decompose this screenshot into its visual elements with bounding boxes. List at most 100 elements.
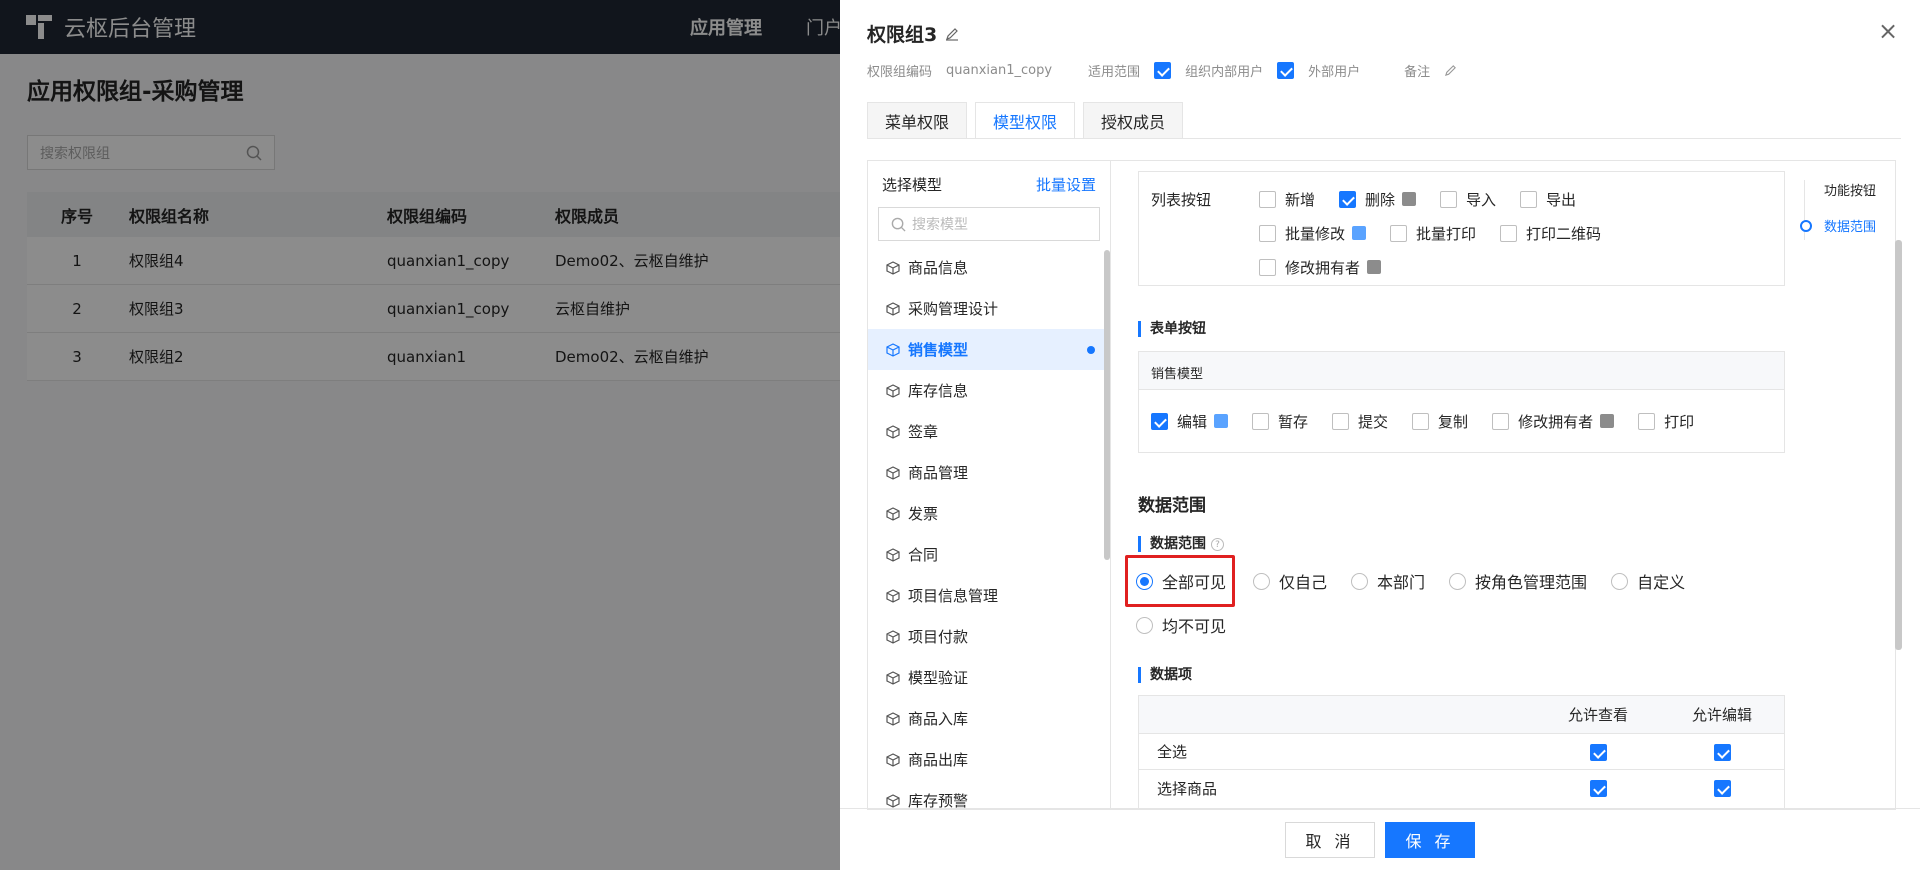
allow-view-checkbox[interactable] <box>1589 780 1607 797</box>
model-items: 商品信息 采购管理设计 销售模型 库存信息 签章 商品管理发票合同项目信息管理 项目付款 模型… <box>868 247 1110 809</box>
checkbox[interactable] <box>1412 412 1430 430</box>
search-icon <box>891 217 906 232</box>
scope-external-checkbox[interactable] <box>1277 62 1295 79</box>
scope-row-2: 均不可见 <box>1125 604 1845 646</box>
radio-custom[interactable]: 自定义 <box>1611 569 1685 593</box>
radio-label: 自定义 <box>1637 573 1686 592</box>
option-draft[interactable]: 暂存 <box>1252 411 1308 432</box>
model-item-label: 商品出库 <box>908 751 969 769</box>
option-batch-print[interactable]: 批量打印 <box>1390 223 1476 244</box>
model-item[interactable]: 合同 <box>868 534 1110 575</box>
option-label: 导入 <box>1466 190 1497 209</box>
cancel-button[interactable]: 取 消 <box>1285 821 1375 858</box>
scope-internal-checkbox[interactable] <box>1154 62 1172 79</box>
code-value: quanxian1_copy <box>946 63 1053 78</box>
content-scrollbar[interactable] <box>1895 240 1902 650</box>
model-item[interactable]: 商品入库 <box>868 698 1110 739</box>
model-cube-icon <box>886 260 900 275</box>
option-edit[interactable]: 编辑 <box>1151 411 1229 432</box>
radio-department[interactable]: 本部门 <box>1351 569 1425 593</box>
radio[interactable] <box>1611 572 1629 590</box>
model-item[interactable]: 商品管理 <box>868 452 1110 493</box>
model-item[interactable]: 发票 <box>868 493 1110 534</box>
option-label: 删除 <box>1365 190 1396 209</box>
allow-edit-checkbox[interactable] <box>1713 780 1731 797</box>
data-items-title: 数据项 <box>1138 667 1192 683</box>
scope-internal-label: 组织内部用户 <box>1185 65 1264 80</box>
option-form-change-owner[interactable]: 修改拥有者 <box>1492 411 1615 432</box>
list-buttons-row-1: 列表按钮 新增 删除 导入 导出 <box>1151 182 1772 216</box>
model-item-label: 合同 <box>908 546 939 564</box>
checkbox[interactable] <box>1332 412 1350 430</box>
anchor-data-scope[interactable]: 数据范围 <box>1799 216 1876 252</box>
option-import[interactable]: 导入 <box>1440 189 1496 210</box>
tab-model-permission[interactable]: 模型权限 <box>975 102 1076 139</box>
form-buttons-row: 编辑 暂存 提交 复制 修改拥有者 打印 <box>1139 390 1784 452</box>
save-button[interactable]: 保 存 <box>1385 821 1475 858</box>
checkbox[interactable] <box>1252 412 1270 430</box>
allow-view-checkbox[interactable] <box>1589 743 1607 761</box>
radio[interactable] <box>1136 572 1153 590</box>
checkbox[interactable] <box>1151 412 1168 430</box>
lock-icon <box>1214 414 1229 428</box>
checkbox[interactable] <box>1520 190 1538 208</box>
tab-authorized-members[interactable]: 授权成员 <box>1083 102 1184 138</box>
close-icon[interactable]: × <box>1876 19 1900 44</box>
option-batch-edit[interactable]: 批量修改 <box>1259 223 1367 244</box>
option-print[interactable]: 打印 <box>1638 411 1694 432</box>
list-buttons-panel: 列表按钮 新增 删除 导入 导出 批量修改 批量打印 打印二维码 修改拥有者 <box>1138 171 1785 286</box>
radio-self-only[interactable]: 仅自己 <box>1253 569 1327 593</box>
option-print-qrcode[interactable]: 打印二维码 <box>1500 223 1601 244</box>
model-cube-icon <box>886 588 900 603</box>
anchor-function-buttons[interactable]: 功能按钮 <box>1802 180 1876 216</box>
radio[interactable] <box>1253 572 1271 590</box>
tab-menu-permission[interactable]: 菜单权限 <box>867 102 968 138</box>
model-item[interactable]: 销售模型 <box>868 329 1110 370</box>
option-export[interactable]: 导出 <box>1520 189 1576 210</box>
allow-edit-checkbox[interactable] <box>1713 743 1731 761</box>
data-scope-heading: 数据范围 <box>1138 496 1206 516</box>
help-icon[interactable]: ? <box>1211 537 1224 551</box>
checkbox[interactable] <box>1500 224 1518 242</box>
option-add[interactable]: 新增 <box>1259 189 1315 210</box>
model-item-label: 发票 <box>908 505 939 523</box>
radio-role-scope[interactable]: 按角色管理范围 <box>1449 569 1587 593</box>
model-item[interactable]: 项目付款 <box>868 616 1110 657</box>
model-item[interactable]: 商品出库 <box>868 739 1110 780</box>
data-items-header: 允许查看 允许编辑 <box>1139 696 1784 734</box>
table-row: 全选 <box>1139 734 1784 770</box>
checkbox[interactable] <box>1339 190 1357 208</box>
model-cube-icon <box>886 465 900 480</box>
checkbox[interactable] <box>1259 224 1276 242</box>
model-item[interactable]: 库存信息 <box>868 370 1110 411</box>
checkbox[interactable] <box>1638 412 1656 430</box>
radio[interactable] <box>1351 572 1369 590</box>
radio-all-visible[interactable]: 全部可见 <box>1125 555 1236 607</box>
edit-remark-icon[interactable] <box>1444 64 1457 77</box>
checkbox[interactable] <box>1259 190 1276 208</box>
modal-mask[interactable] <box>0 0 840 870</box>
checkbox[interactable] <box>1259 258 1276 276</box>
checkbox[interactable] <box>1390 224 1408 242</box>
model-item[interactable]: 商品信息 <box>868 247 1110 288</box>
model-item[interactable]: 模型验证 <box>868 657 1110 698</box>
model-item[interactable]: 项目信息管理 <box>868 575 1110 616</box>
option-delete[interactable]: 删除 <box>1339 189 1417 210</box>
model-search-input[interactable]: 搜索模型 <box>878 207 1100 241</box>
section-anchor: 功能按钮 数据范围 <box>1799 180 1876 252</box>
drawer-title-wrap: 权限组3 <box>867 20 959 47</box>
radio-none-visible[interactable]: 均不可见 <box>1136 613 1226 637</box>
checkbox[interactable] <box>1492 412 1510 430</box>
data-scope-label-wrap: 数据范围 ? <box>1138 536 1224 552</box>
radio[interactable] <box>1449 572 1467 590</box>
model-item[interactable]: 签章 <box>868 411 1110 452</box>
edit-title-icon[interactable] <box>945 27 959 41</box>
option-submit[interactable]: 提交 <box>1332 411 1388 432</box>
model-item[interactable]: 库存预警 <box>868 780 1110 809</box>
batch-setting-link[interactable]: 批量设置 <box>1036 174 1096 195</box>
checkbox[interactable] <box>1440 190 1458 208</box>
model-item[interactable]: 采购管理设计 <box>868 288 1110 329</box>
option-copy[interactable]: 复制 <box>1412 411 1468 432</box>
radio[interactable] <box>1136 616 1153 634</box>
option-change-owner[interactable]: 修改拥有者 <box>1259 257 1382 278</box>
